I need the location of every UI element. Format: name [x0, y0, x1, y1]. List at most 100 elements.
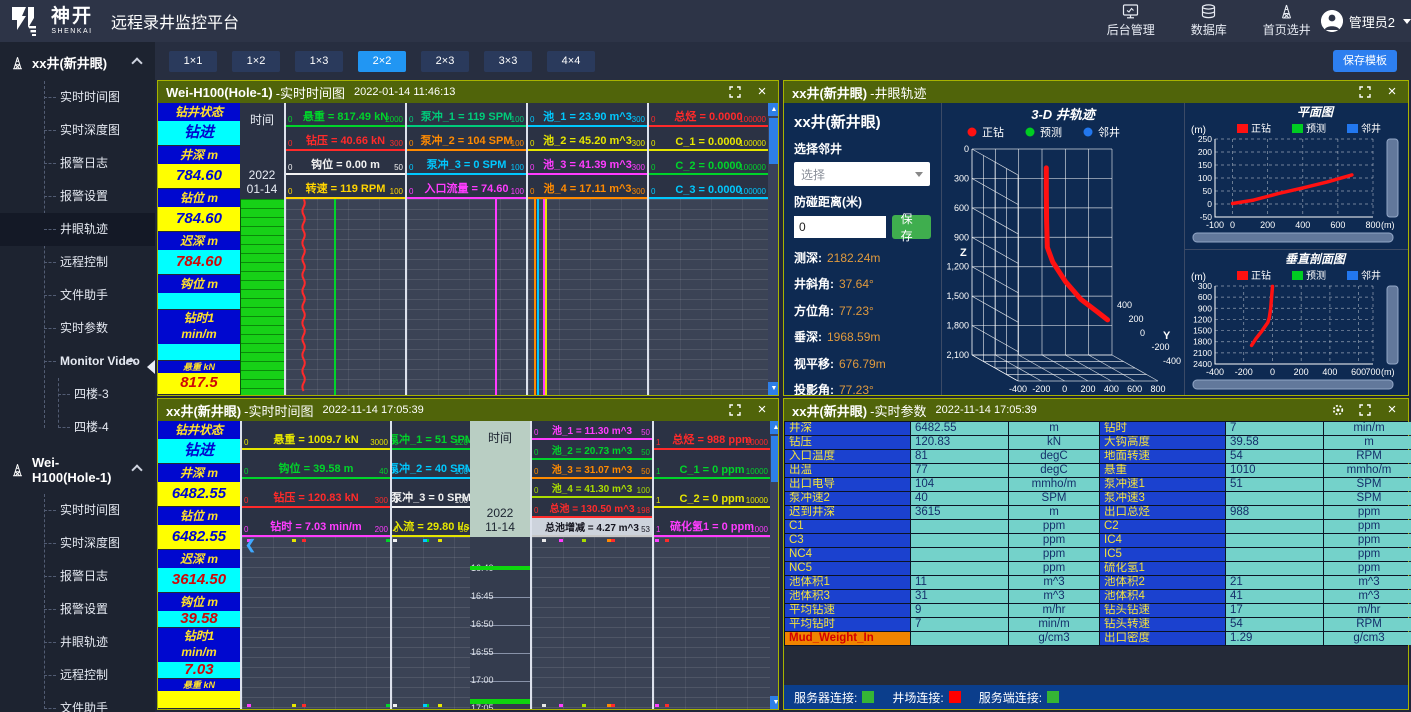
svg-text:200: 200	[1129, 314, 1144, 324]
chart-track: 0悬重 = 1009.7 kN30000钩位 = 39.58 m400钻压 = …	[240, 421, 390, 709]
sidebar-well-Wei-H100(Hole-1)[interactable]: Wei-H100(Hole-1)	[0, 444, 155, 494]
track-body	[392, 537, 470, 709]
close-icon[interactable]: ×	[754, 402, 770, 418]
sidebar-item-文件助手[interactable]: 文件助手	[0, 279, 155, 312]
sidebar-item-四楼-4[interactable]: 四楼-4	[0, 411, 155, 444]
sidebar-item-四楼-3[interactable]: 四楼-3	[0, 378, 155, 411]
curve-min: 0	[534, 467, 538, 476]
neighbor-well-select[interactable]: 选择	[794, 162, 930, 186]
sidebar-item-报警日志[interactable]: 报警日志	[0, 147, 155, 180]
param-value: 1010	[1226, 464, 1323, 477]
expand-icon[interactable]	[1357, 402, 1373, 418]
layout-button-3×3[interactable]: 3×3	[484, 51, 532, 72]
param-unit: degC	[1009, 464, 1099, 477]
chart-track: 0泵冲_1 = 119 SPM1000泵冲_2 = 104 SPM1000泵冲_…	[405, 103, 526, 395]
curve-name-value: 入口流量 = 74.60	[424, 180, 508, 197]
sidebar-item-远程控制[interactable]: 远程控制	[0, 246, 155, 279]
curve-max: 100	[511, 187, 524, 196]
sidebar-item-文件助手[interactable]: 文件助手	[0, 692, 155, 712]
save-template-button[interactable]: 保存模板	[1333, 50, 1397, 72]
curve-name-value: 池_3 = 31.07 m^3	[552, 461, 633, 477]
sidebar-item-实时深度图[interactable]: 实时深度图	[0, 114, 155, 147]
curve-datapoint	[302, 539, 306, 542]
scroll-up-arrow[interactable]: ▲	[770, 421, 778, 434]
curve-name-value: C_3 = 0.0000	[675, 184, 741, 197]
svg-text:50: 50	[1203, 186, 1213, 196]
value-label: 井深 m	[158, 146, 240, 164]
sidebar-item-实时参数[interactable]: 实时参数	[0, 312, 155, 345]
svg-text:0: 0	[1062, 384, 1067, 394]
connection-label: 服务端连接:	[979, 689, 1042, 706]
curve-max: 40	[379, 467, 388, 476]
value-label: 钻井状态	[158, 103, 240, 121]
value-cell	[158, 344, 240, 360]
scroll-down-arrow[interactable]: ▼	[768, 382, 778, 395]
curve-max: 1000	[750, 525, 768, 534]
top-nav: 后台管理 数据库 首页选井	[1107, 4, 1321, 38]
well-items: 实时时间图实时深度图报警日志报警设置井眼轨迹远程控制文件助手	[0, 494, 155, 712]
svg-text:-200: -200	[1235, 367, 1253, 377]
trajectory-info: xx井(新井眼) 选择邻井 选择 防碰距离(米) 0 保存 测深:2182.24…	[784, 103, 942, 395]
close-icon[interactable]: ×	[1384, 84, 1400, 100]
layout-button-2×2[interactable]: 2×2	[358, 51, 406, 72]
svg-text:700: 700	[1365, 367, 1380, 377]
strip-chart: 钻井状态钻进井深 m784.60钻位 m784.60迟深 m784.60钩位 m…	[158, 103, 778, 395]
layout-button-1×3[interactable]: 1×3	[295, 51, 343, 72]
sidebar-item-报警日志[interactable]: 报警日志	[0, 560, 155, 593]
curve-max: 53	[641, 525, 650, 534]
scroll-thumb[interactable]	[771, 436, 778, 482]
curve-max: 300	[632, 115, 645, 124]
expand-icon[interactable]	[727, 84, 743, 100]
curve-line	[286, 199, 405, 395]
scroll-down-arrow[interactable]: ▼	[770, 696, 778, 709]
collision-distance-input[interactable]: 0	[794, 216, 886, 238]
time-column-header: 时间202211-14	[470, 421, 530, 537]
sidebar-well-xx井(新井眼)[interactable]: xx井(新井眼)	[0, 42, 155, 81]
sidebar-item-井眼轨迹[interactable]: 井眼轨迹	[0, 626, 155, 659]
nav-item-数据库[interactable]: 数据库	[1191, 4, 1227, 38]
vertical-scrollbar[interactable]: ▲▼	[768, 103, 778, 395]
sidebar-item-井眼轨迹[interactable]: 井眼轨迹	[0, 213, 155, 246]
layout-button-2×3[interactable]: 2×3	[421, 51, 469, 72]
sidebar-item-远程控制[interactable]: 远程控制	[0, 659, 155, 692]
nav-item-后台管理[interactable]: 后台管理	[1107, 4, 1155, 38]
time-column: 时间202211-1416:4016:4516:5016:5517:0017:0…	[470, 421, 530, 709]
sidebar-item-Monitor Video[interactable]: Monitor Video	[0, 345, 155, 378]
curve-datapoint	[542, 704, 546, 707]
vertical-scrollbar[interactable]: ▲▼	[770, 421, 778, 709]
sidebar-item-实时时间图[interactable]: 实时时间图	[0, 494, 155, 527]
sidebar-collapse-handle[interactable]	[147, 360, 155, 374]
expand-icon[interactable]	[1357, 84, 1373, 100]
derrick-icon	[10, 462, 25, 478]
video-children: 四楼-3四楼-4	[0, 378, 155, 444]
gear-icon[interactable]	[1330, 402, 1346, 418]
stat-label: 井斜角:	[794, 277, 834, 291]
scroll-up-arrow[interactable]: ▲	[768, 103, 778, 116]
scroll-thumb[interactable]	[769, 118, 778, 164]
curve-line	[543, 199, 545, 395]
save-button[interactable]: 保存	[892, 215, 931, 239]
sidebar-item-实时时间图[interactable]: 实时时间图	[0, 81, 155, 114]
scroll-left-icon[interactable]: ❮	[245, 537, 256, 553]
layout-button-4×4[interactable]: 4×4	[547, 51, 595, 72]
value-cell	[158, 293, 240, 309]
layout-button-1×1[interactable]: 1×1	[169, 51, 217, 72]
user-menu[interactable]: 管理员2	[1321, 10, 1411, 32]
curve-line	[537, 199, 539, 395]
nav-item-首页选井[interactable]: 首页选井	[1263, 4, 1311, 38]
sidebar-item-实时深度图[interactable]: 实时深度图	[0, 527, 155, 560]
curve-name-value: 悬重 = 817.49 kN	[303, 108, 388, 125]
stat-value: 2182.24m	[827, 251, 880, 265]
curve-min: 0	[394, 496, 398, 505]
close-icon[interactable]: ×	[1384, 402, 1400, 418]
curve-name-value: 硫化氢1 = 0 ppm	[670, 518, 754, 535]
sidebar-item-报警设置[interactable]: 报警设置	[0, 593, 155, 626]
sidebar-item-报警设置[interactable]: 报警设置	[0, 180, 155, 213]
param-label: 钻压	[785, 436, 910, 449]
close-icon[interactable]: ×	[754, 84, 770, 100]
curve-max: 300	[375, 496, 388, 505]
expand-icon[interactable]	[727, 402, 743, 418]
curve-header: 0钻压 = 120.83 kN300	[242, 479, 390, 508]
layout-button-1×2[interactable]: 1×2	[232, 51, 280, 72]
param-unit: m	[1009, 506, 1099, 519]
